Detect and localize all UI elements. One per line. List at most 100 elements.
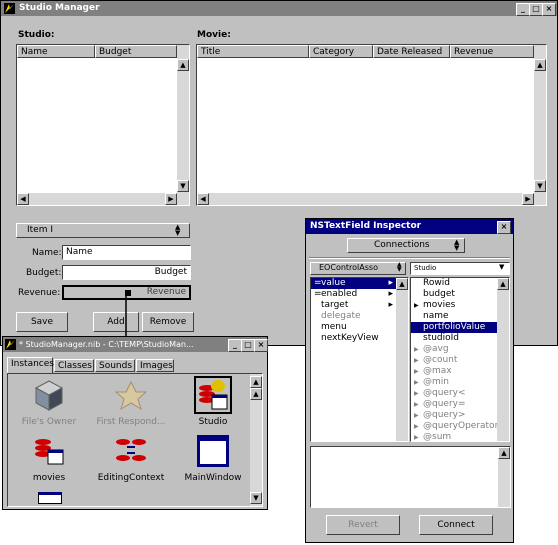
scroll-left-button[interactable]: ◀: [197, 193, 209, 205]
mode-popup[interactable]: Connections ▲ ▼: [347, 238, 465, 253]
disclosure-triangle-icon: ▶: [414, 357, 419, 364]
nib-titlebar[interactable]: * StudioManager.nib - C:\TEMP\StudioMan.…: [3, 337, 268, 352]
key-row[interactable]: portfolioValue: [411, 322, 497, 333]
outlet-row[interactable]: =value ▸: [311, 278, 396, 289]
key-label: @count: [423, 355, 458, 365]
scroll-right-button[interactable]: ▶: [522, 193, 534, 205]
studio-col-budget[interactable]: Budget: [95, 45, 177, 58]
scroll-up-button[interactable]: ▲: [177, 59, 189, 71]
scroll-down-button[interactable]: ▼: [534, 180, 546, 192]
key-row[interactable]: name: [411, 311, 497, 322]
movie-hscroll[interactable]: ◀ ▶: [197, 193, 534, 205]
outlet-row[interactable]: target ▸: [311, 300, 396, 311]
connections-list[interactable]: ▲: [310, 446, 511, 508]
key-row[interactable]: ▶ @max: [411, 366, 497, 377]
key-row[interactable]: ▶ @queryOperator: [411, 421, 497, 432]
minimize-button[interactable]: _: [516, 3, 530, 16]
close-button[interactable]: ×: [542, 3, 556, 16]
key-row[interactable]: ▶ @min: [411, 377, 497, 388]
movie-col-date-released[interactable]: Date Released: [373, 45, 450, 58]
maximize-button[interactable]: □: [529, 3, 543, 16]
instances-pane[interactable]: File's Owner First Respond... Studio mov…: [7, 373, 263, 507]
item-popup-value: Item I: [27, 225, 54, 235]
key-row[interactable]: ▶ @avg: [411, 344, 497, 355]
key-row[interactable]: ▶ @query>: [411, 410, 497, 421]
studio-manager-titlebar[interactable]: Studio Manager _ □ ×: [1, 1, 557, 16]
studio-table[interactable]: Name Budget ▲ ▼ ◀ ▶: [16, 44, 190, 206]
revert-button[interactable]: Revert: [326, 515, 400, 535]
movie-table[interactable]: Title Category Date Released Revenue ▲ ▼…: [196, 44, 547, 206]
scroll-up-button[interactable]: ▲: [250, 388, 262, 400]
movie-label: Movie:: [197, 30, 231, 40]
studio-item[interactable]: Studio: [178, 376, 248, 430]
movie-col-title[interactable]: Title: [197, 45, 309, 58]
movie-col-category[interactable]: Category: [309, 45, 373, 58]
revenue-label: Revenue:: [18, 288, 61, 298]
key-row[interactable]: Rowid: [411, 278, 497, 289]
item-popup[interactable]: Item I ▲ ▼: [16, 223, 190, 238]
scroll-left-button[interactable]: ◀: [17, 193, 29, 205]
close-button[interactable]: ×: [254, 339, 268, 352]
scroll-down-button[interactable]: ▼: [250, 492, 262, 504]
movies-display-group-icon: [35, 439, 64, 465]
studio-vscroll[interactable]: ▲ ▼: [177, 45, 189, 205]
name-field[interactable]: Name: [62, 245, 191, 260]
right-entity-popup[interactable]: Studio ▼: [410, 262, 510, 275]
minimize-button[interactable]: _: [228, 339, 242, 352]
inspector-titlebar[interactable]: NSTextField Inspector ×: [306, 219, 513, 234]
key-row[interactable]: ▶ @query<: [411, 388, 497, 399]
movie-col-revenue[interactable]: Revenue: [450, 45, 534, 58]
scroll-up-button[interactable]: ▲: [497, 278, 509, 290]
remove-button[interactable]: Remove: [142, 312, 194, 332]
scroll-down-button[interactable]: ▼: [177, 180, 189, 192]
tab-classes[interactable]: Classes: [54, 359, 94, 372]
budget-field[interactable]: Budget: [62, 265, 191, 280]
outlet-row[interactable]: delegate: [311, 311, 396, 322]
key-label: @sum: [423, 432, 452, 441]
left-class-popup[interactable]: EOControlAsso ▲ ▼: [310, 262, 406, 275]
outlet-row[interactable]: nextKeyView: [311, 333, 396, 344]
save-button[interactable]: Save: [16, 312, 68, 332]
first-responder-item[interactable]: First Respond...: [96, 378, 166, 430]
scroll-up-button[interactable]: ▲: [498, 447, 510, 459]
scroll-up-button[interactable]: ▲: [396, 278, 408, 290]
outlets-list[interactable]: =value ▸ =enabled ▸ target ▸ delegate menu nextK…: [310, 277, 409, 442]
main-window-item[interactable]: MainWindow: [178, 434, 248, 486]
inspector-title: NSTextField Inspector: [310, 221, 422, 231]
connections-vscroll[interactable]: ▲: [498, 447, 510, 507]
outlet-row[interactable]: menu: [311, 322, 396, 333]
movie-vscroll[interactable]: ▲ ▼: [534, 45, 546, 205]
maximize-button[interactable]: □: [241, 339, 255, 352]
key-row[interactable]: ▶ @sum: [411, 432, 497, 441]
connect-button[interactable]: Connect: [419, 515, 493, 535]
scroll-right-button[interactable]: ▶: [165, 193, 177, 205]
add-button[interactable]: Add: [93, 312, 139, 332]
outlets-vscroll[interactable]: ▲: [396, 278, 408, 441]
files-owner-item[interactable]: File's Owner: [14, 378, 84, 430]
key-row[interactable]: studioId: [411, 333, 497, 344]
tab-instances[interactable]: Instances: [7, 357, 54, 373]
key-row[interactable]: ▶ movies: [411, 300, 497, 311]
keys-vscroll[interactable]: ▲: [497, 278, 509, 441]
key-row[interactable]: ▶ @query=: [411, 399, 497, 410]
key-row[interactable]: ▶ @count: [411, 355, 497, 366]
editing-context-item[interactable]: EditingContext: [96, 434, 166, 486]
scroll-up-button[interactable]: ▲: [534, 59, 546, 71]
scroll-top-button[interactable]: ▲: [250, 376, 262, 388]
outlet-label: value: [321, 278, 346, 288]
studio-col-name[interactable]: Name: [17, 45, 95, 58]
close-button[interactable]: ×: [497, 221, 511, 234]
key-label: @min: [423, 377, 449, 387]
studio-hscroll[interactable]: ◀ ▶: [17, 193, 177, 205]
revenue-field[interactable]: Revenue: [62, 285, 191, 300]
key-row[interactable]: budget: [411, 289, 497, 300]
tab-sounds[interactable]: Sounds: [95, 359, 135, 372]
movies-item[interactable]: movies: [14, 434, 84, 486]
key-label: portfolioValue: [423, 322, 486, 332]
partial-item[interactable]: [38, 492, 62, 504]
instances-vscroll[interactable]: ▲ ▲ ▼: [250, 374, 262, 506]
keys-list[interactable]: Rowid budget ▶ movies name portfolioValue stud…: [410, 277, 510, 442]
outlet-row[interactable]: =enabled ▸: [311, 289, 396, 300]
tab-images[interactable]: Images: [136, 359, 174, 372]
movies-item-label: movies: [32, 473, 66, 483]
